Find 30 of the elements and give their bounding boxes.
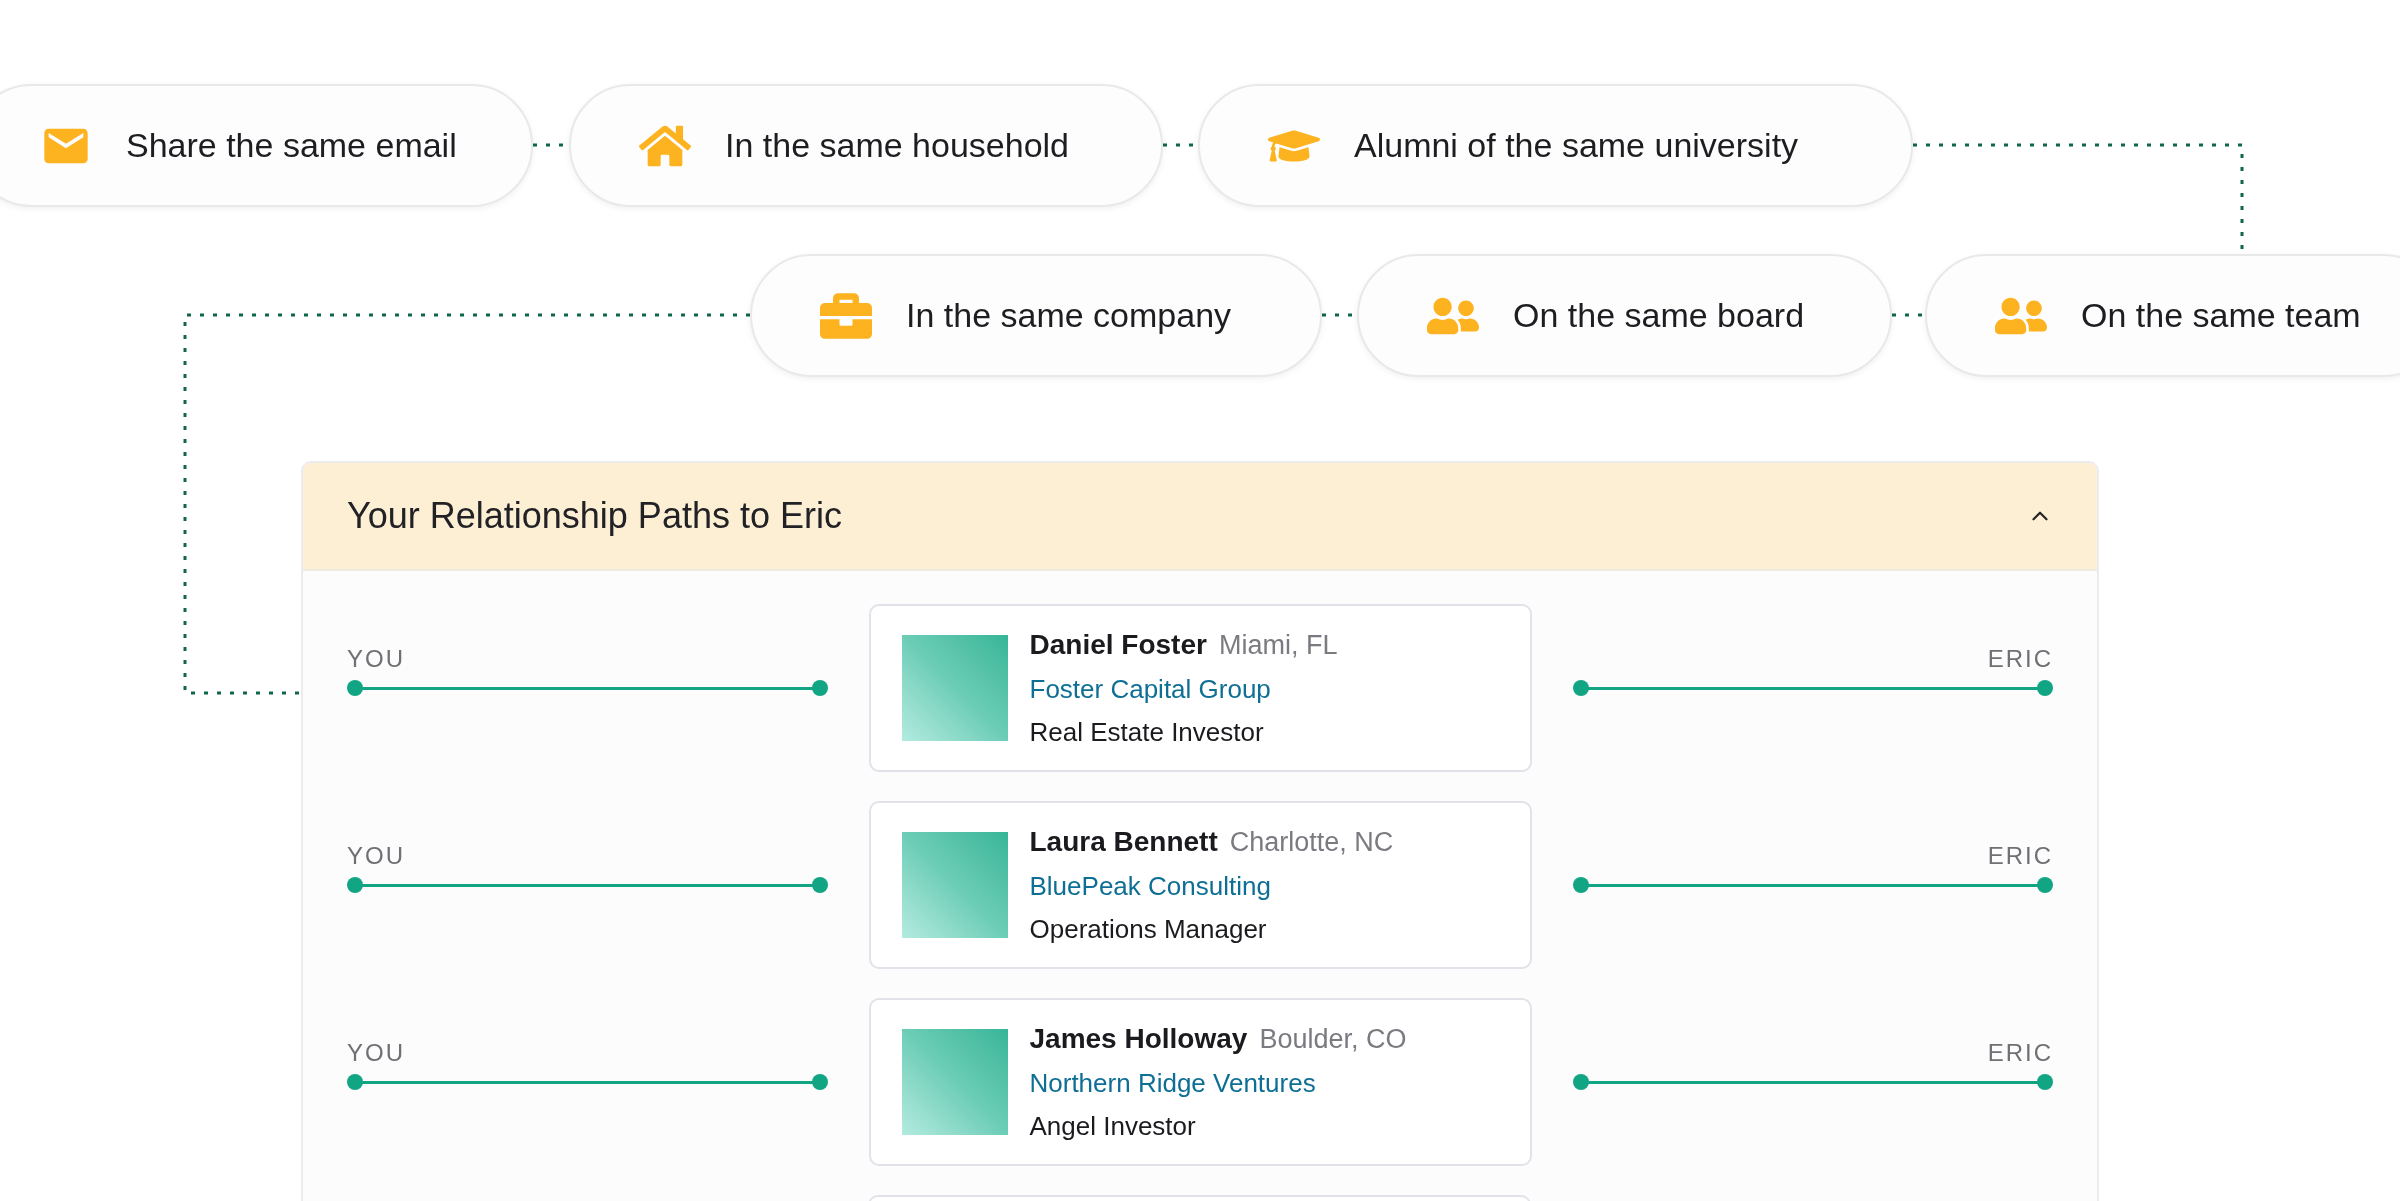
person-location: Charlotte, NC — [1229, 826, 1394, 859]
person-card[interactable]: James Holloway Boulder, CO Northern Ridge Ventures Angel Investor — [868, 998, 1532, 1166]
pill-label: On the same board — [1513, 295, 1805, 336]
person-role: Angel Investor — [1029, 1110, 1197, 1143]
person-card[interactable]: Laura Bennett Charlotte, NC BluePeak Consulting Operations Manager — [868, 801, 1532, 969]
pill-label: In the same household — [725, 125, 1070, 166]
pill-label: On the same team — [2081, 295, 2361, 336]
pill-label: Share the same email — [126, 125, 457, 166]
panel-header[interactable]: Your Relationship Paths to Eric — [303, 463, 2097, 571]
path-endpoint-label: YOU — [347, 1041, 405, 1065]
panel-title: Your Relationship Paths to Eric — [347, 494, 842, 538]
person-location: Miami, FL — [1218, 629, 1338, 662]
path-endpoint-label: ERIC — [1987, 1041, 2053, 1065]
person-card[interactable]: Daniel Foster Miami, FL Foster Capital Group Real Estate Investor — [868, 604, 1532, 772]
path-endpoint-label: YOU — [347, 647, 405, 671]
company-name[interactable]: Foster Capital Group — [1029, 670, 1338, 709]
company-name[interactable]: Northern Ridge Ventures — [1029, 1064, 1407, 1103]
dotted-connector — [1892, 313, 1925, 317]
person-role: Operations Manager — [1029, 913, 1268, 946]
pill-label: In the same company — [906, 295, 1232, 336]
path-endpoint-label: ERIC — [1987, 844, 2053, 868]
path-endpoint-label: YOU — [347, 844, 405, 868]
company-name[interactable]: BluePeak Consulting — [1029, 867, 1394, 906]
person-name: James Holloway — [1029, 1022, 1248, 1056]
path-endpoint-label: ERIC — [1987, 647, 2053, 671]
person-role: Real Estate Investor — [1029, 716, 1265, 749]
pill-label: Alumni of the same university — [1354, 125, 1799, 166]
person-location: Boulder, CO — [1259, 1023, 1407, 1056]
person-name: Daniel Foster — [1029, 628, 1207, 662]
person-name: Laura Bennett — [1029, 825, 1218, 859]
